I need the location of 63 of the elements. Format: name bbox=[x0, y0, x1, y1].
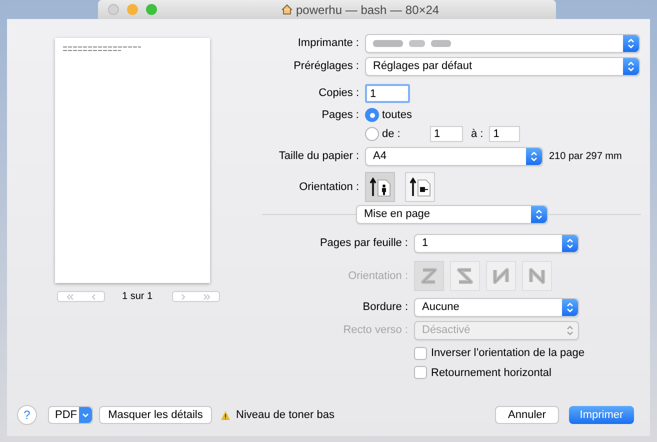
checkbox-label: Retournement horizontal bbox=[431, 366, 552, 380]
pdf-menu-button[interactable]: PDF bbox=[48, 406, 93, 424]
window-title: powerhu — bash — 80×24 bbox=[296, 2, 440, 18]
first-page-icon bbox=[66, 294, 74, 300]
close-icon[interactable] bbox=[108, 4, 119, 15]
page-counter: 1 sur 1 bbox=[122, 290, 154, 304]
next-page-buttons[interactable] bbox=[172, 291, 220, 302]
layout-direction-icon bbox=[526, 265, 548, 287]
warning-icon bbox=[220, 410, 231, 420]
field-label: Pages : bbox=[322, 108, 359, 123]
previous-page-buttons[interactable] bbox=[57, 291, 105, 302]
layout-direction-icon bbox=[490, 265, 512, 287]
to-label: à : bbox=[471, 126, 484, 142]
stepper-icon bbox=[623, 35, 639, 52]
pages-per-sheet-select[interactable]: 1 bbox=[414, 234, 579, 253]
previous-page-icon bbox=[90, 294, 96, 300]
printer-select[interactable] bbox=[365, 34, 640, 53]
field-label: Taille du papier : bbox=[278, 149, 359, 164]
portrait-orientation-icon bbox=[369, 177, 391, 197]
field-label: Orientation : bbox=[348, 268, 408, 284]
stepper-icon bbox=[562, 235, 578, 252]
radio-label: de : bbox=[382, 126, 402, 142]
field-label: Bordure : bbox=[362, 300, 408, 316]
copies-field[interactable]: 1 bbox=[365, 84, 410, 103]
cancel-button[interactable]: Annuler bbox=[495, 406, 559, 424]
field-label: Pages par feuille : bbox=[320, 236, 408, 252]
radio-button[interactable] bbox=[365, 108, 379, 122]
orientation-button[interactable] bbox=[405, 172, 435, 202]
from-page-field[interactable]: 1 bbox=[430, 126, 463, 142]
hide-details-button[interactable]: Masquer les détails bbox=[99, 406, 212, 424]
checkbox-label: Inverser l’orientation de la page bbox=[431, 346, 584, 361]
section-select[interactable]: Mise en page bbox=[356, 205, 548, 224]
zoom-icon[interactable] bbox=[146, 4, 157, 15]
radio-button[interactable] bbox=[365, 126, 379, 141]
help-button[interactable]: ? bbox=[17, 405, 37, 425]
border-select[interactable]: Aucune bbox=[414, 298, 579, 317]
checkbox[interactable] bbox=[414, 346, 427, 360]
landscape-orientation-icon bbox=[409, 177, 431, 197]
field-label: Orientation : bbox=[299, 180, 359, 195]
presets-select[interactable]: Réglages par défaut bbox=[365, 57, 640, 76]
paper-dimensions: 210 par 297 mm bbox=[549, 150, 622, 164]
minimize-icon[interactable] bbox=[127, 4, 138, 15]
stepper-icon bbox=[526, 148, 542, 165]
chevron-down-icon bbox=[79, 407, 92, 423]
orientation-button[interactable] bbox=[365, 172, 395, 202]
field-label: Copies : bbox=[318, 86, 359, 102]
layout-direction-icon bbox=[418, 265, 440, 287]
field-label: Imprimante : bbox=[298, 36, 359, 52]
next-page-icon bbox=[181, 294, 186, 300]
stepper-icon bbox=[623, 58, 639, 75]
radio-label: toutes bbox=[382, 108, 413, 123]
stepper-icon bbox=[531, 206, 547, 223]
toner-warning: Niveau de toner bas bbox=[236, 408, 334, 423]
stepper-icon bbox=[562, 299, 578, 316]
last-page-icon bbox=[202, 294, 211, 300]
paper-size-select[interactable]: A4 bbox=[365, 147, 543, 166]
field-label: Préréglages : bbox=[294, 59, 359, 74]
layout-direction-icon bbox=[454, 265, 476, 287]
checkbox[interactable] bbox=[414, 366, 427, 380]
field-label: Recto verso : bbox=[343, 323, 408, 338]
blurred-printer-name-icon bbox=[373, 39, 451, 48]
home-icon bbox=[281, 4, 293, 15]
to-page-field[interactable]: 1 bbox=[489, 126, 520, 142]
